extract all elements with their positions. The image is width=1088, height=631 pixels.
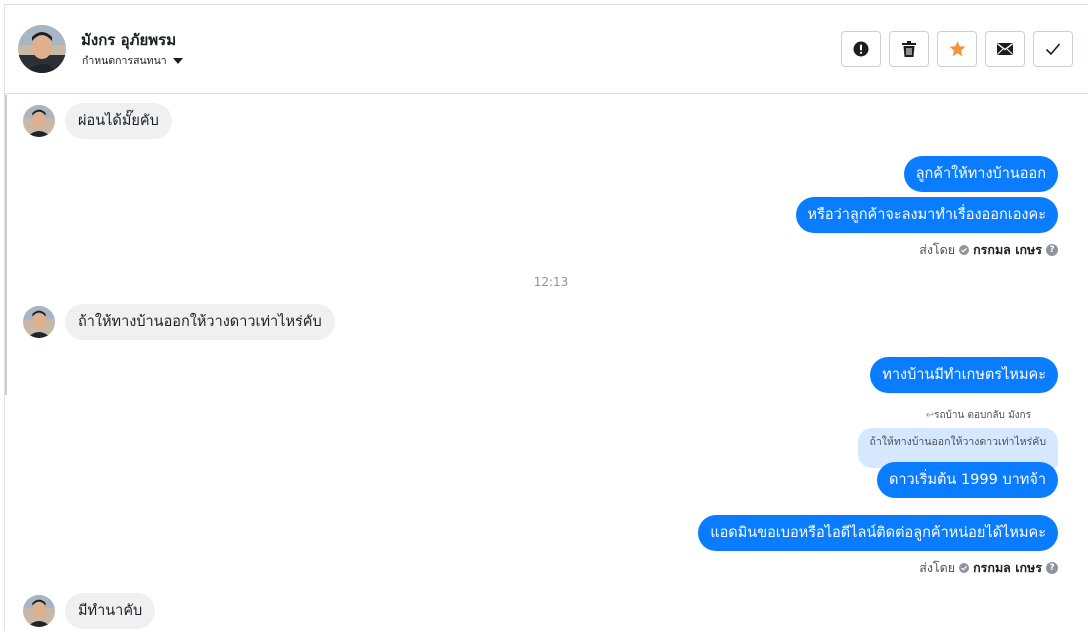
exclamation-icon (853, 41, 869, 57)
outgoing-message[interactable]: หรือว่าลูกค้าจะลงมาทำเรื่องออกเองคะ (795, 197, 1058, 233)
verified-icon (959, 245, 970, 255)
sent-by-line: ส่งโดย กรกมล เกษร ? (919, 558, 1058, 578)
sender-avatar (23, 306, 55, 338)
message-list: ผ่อนได้มั๊ยคับ ลูกค้าให้ทางบ้านออก หรือว… (5, 95, 1088, 631)
outgoing-message[interactable]: ดาวเริ่มต้น 1999 บาทจ้า (877, 462, 1058, 498)
envelope-icon (997, 43, 1013, 55)
sent-by-agent[interactable]: กรกมล เกษร (973, 240, 1042, 260)
message-timestamp: 12:13 (533, 275, 569, 289)
contact-name: มังกร อุภัยพรม (81, 31, 177, 49)
outgoing-message[interactable]: ลูกค้าให้ทางบ้านออก (903, 156, 1058, 192)
trash-icon (902, 41, 916, 57)
outgoing-message[interactable]: ทางบ้านมีทำเกษตรไหมคะ (870, 357, 1058, 393)
star-button[interactable] (937, 31, 977, 67)
conversation-schedule-dropdown[interactable]: กำหนดการสนทนา (82, 52, 183, 69)
sent-by-prefix: ส่งโดย (919, 242, 956, 257)
verified-icon (959, 563, 970, 573)
sent-by-agent[interactable]: กรกมล เกษร (973, 558, 1042, 578)
incoming-message[interactable]: มีทำนาคับ (65, 593, 156, 629)
mark-done-button[interactable] (1033, 31, 1073, 67)
report-button[interactable] (841, 31, 881, 67)
outgoing-message[interactable]: แอดมินขอเบอหรือไอดีไลน์ติดต่อลูกค้าหน่อย… (698, 515, 1058, 551)
help-icon[interactable]: ? (1046, 562, 1058, 574)
delete-button[interactable] (889, 31, 929, 67)
sent-by-line: ส่งโดย กรกมล เกษร ? (919, 240, 1058, 260)
sender-avatar (23, 105, 55, 137)
incoming-message-row: มีทำนาคับ (23, 593, 156, 629)
sent-by-prefix: ส่งโดย (919, 560, 956, 575)
reply-arrow-icon: ↩ (925, 410, 935, 421)
reply-context-label: ↩รถบ้าน ตอบกลับ มังกร (925, 410, 1031, 421)
conversation-header: มังกร อุภัยพรม กำหนดการสนทนา (5, 5, 1088, 94)
incoming-message[interactable]: ผ่อนได้มั๊ยคับ (65, 103, 172, 139)
mark-unread-button[interactable] (985, 31, 1025, 67)
schedule-label: กำหนดการสนทนา (82, 55, 167, 67)
star-icon (949, 41, 965, 57)
conversation-panel: มังกร อุภัยพรม กำหนดการสนทนา ผ่อนได้มั๊ย… (4, 4, 1088, 631)
help-icon[interactable]: ? (1046, 244, 1058, 256)
check-icon (1045, 43, 1061, 56)
incoming-message[interactable]: ถ้าให้ทางบ้านออกให้วางดาวเท่าไหร่คับ (65, 304, 335, 340)
contact-avatar[interactable] (18, 25, 66, 73)
incoming-message-row: ถ้าให้ทางบ้านออกให้วางดาวเท่าไหร่คับ (23, 304, 335, 340)
incoming-message-row: ผ่อนได้มั๊ยคับ (23, 103, 172, 139)
caret-down-icon (172, 57, 183, 64)
sender-avatar (23, 595, 55, 627)
